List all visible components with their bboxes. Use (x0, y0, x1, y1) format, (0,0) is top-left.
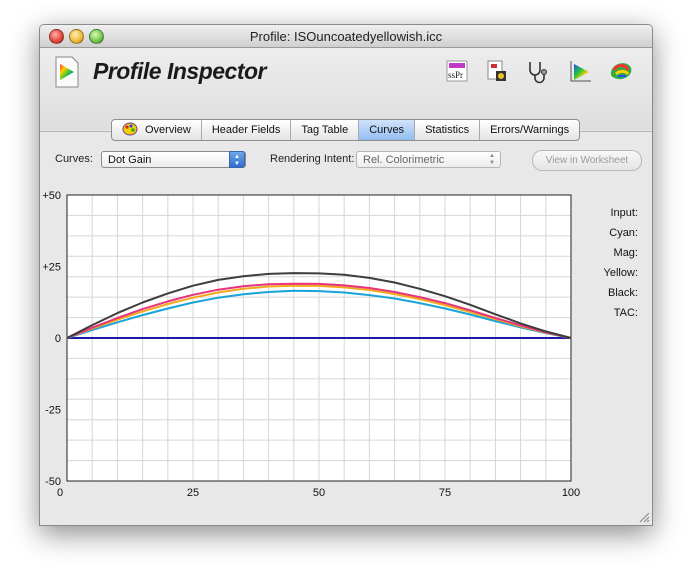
tab-label: Overview (145, 124, 191, 136)
tab-overview[interactable]: Overview (112, 120, 202, 140)
x-tick-label: 100 (562, 487, 580, 499)
black-readout: Black: (608, 287, 638, 299)
tab-label: Curves (369, 124, 405, 136)
tab-bar: Overview Header Fields Tag Table Curves … (111, 119, 581, 141)
tac-readout: TAC: (613, 307, 638, 319)
profile-window: Profile: ISOuncoatedyellowish.icc Profil… (39, 24, 653, 526)
x-tick-label: 0 (57, 487, 63, 499)
palette-icon (122, 122, 138, 136)
y-tick-label: -25 (45, 405, 61, 417)
color-palette-icon[interactable] (608, 58, 634, 84)
tab-label: Statistics (425, 124, 470, 136)
colorsync-utility-icon[interactable]: ssPr (444, 58, 470, 84)
rendering-intent-popup[interactable]: Rel. Colorimetric ▲ ▼ (356, 151, 501, 168)
mag-readout: Mag: (613, 247, 638, 259)
x-tick-label: 25 (187, 487, 199, 499)
profile-inspector-icon (55, 56, 79, 88)
rendering-intent-value: Rel. Colorimetric (363, 154, 445, 166)
popup-arrows-icon: ▲ ▼ (229, 151, 245, 168)
tab-statistics[interactable]: Statistics (415, 120, 481, 140)
stethoscope-icon[interactable] (524, 58, 550, 84)
tab-label: Errors/Warnings (490, 124, 570, 136)
y-tick-label: +25 (42, 262, 61, 274)
input-readout: Input: (610, 207, 638, 219)
view-in-worksheet-button[interactable]: View in Worksheet (532, 150, 642, 171)
svg-text:ssPr: ssPr (448, 70, 463, 80)
y-tick-label: 0 (55, 333, 61, 345)
app-header: Profile Inspector ssPr (40, 48, 652, 130)
dot-gain-chart: +50+250-25-500 25 50 75 100 (42, 190, 580, 499)
tab-tag-table[interactable]: Tag Table (291, 120, 360, 140)
app-title: Profile Inspector (93, 58, 266, 84)
curves-value: Dot Gain (108, 154, 152, 166)
curves-popup[interactable]: Dot Gain ▲ ▼ (101, 151, 246, 168)
popup-arrows-icon: ▲ ▼ (489, 153, 495, 166)
tab-label: Tag Table (301, 124, 349, 136)
yellow-readout: Yellow: (603, 267, 638, 279)
tab-errors-warnings[interactable]: Errors/Warnings (480, 120, 579, 140)
document-script-icon[interactable] (484, 58, 510, 84)
gamut-plot-icon[interactable] (568, 58, 594, 84)
resize-grip-icon[interactable] (638, 511, 650, 523)
tab-curves[interactable]: Curves (359, 120, 416, 140)
y-tick-label: +50 (42, 190, 61, 202)
value-readouts: Input: Cyan: Mag: Yellow: Black: TAC: (568, 206, 638, 326)
title-bar[interactable]: Profile: ISOuncoatedyellowish.icc (40, 25, 652, 48)
x-tick-label: 50 (313, 487, 325, 499)
window-title: Profile: ISOuncoatedyellowish.icc (249, 29, 443, 44)
cyan-readout: Cyan: (609, 227, 638, 239)
tab-label: Header Fields (211, 124, 281, 136)
tab-header-fields[interactable]: Header Fields (202, 120, 292, 140)
rendering-intent-label: Rendering Intent: (270, 153, 355, 165)
curves-label: Curves: (55, 153, 93, 165)
x-tick-label: 75 (439, 487, 451, 499)
